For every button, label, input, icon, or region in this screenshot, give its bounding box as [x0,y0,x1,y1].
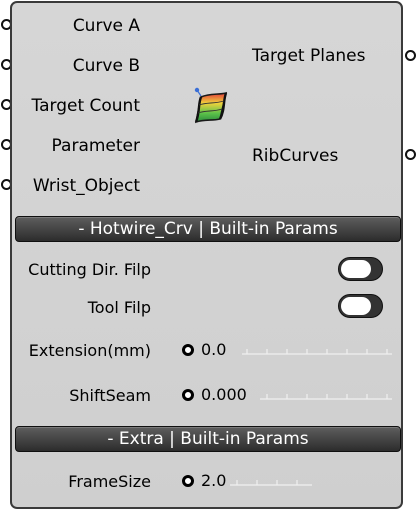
tool-flip-toggle[interactable] [338,294,383,318]
input-label-curve-a: Curve A [72,16,140,36]
output-label-target-planes: Target Planes [252,46,366,66]
toggle-knob [341,260,371,278]
shiftseam-slider[interactable]: 0.000 [182,384,392,406]
input-label-parameter: Parameter [51,136,140,156]
grasshopper-component[interactable]: Curve A Curve B Target Count Parameter W… [10,1,403,509]
slider-handle[interactable] [182,475,194,487]
builtin-params-section-header[interactable]: - Hotwire_Crv | Built-in Params [15,216,401,242]
toggle-label-tool-flip: Tool Filp [87,298,151,317]
slider-handle[interactable] [182,344,194,356]
slider-value: 2.0 [201,471,227,490]
input-label-target-count: Target Count [31,96,140,116]
extra-params-section-header[interactable]: - Extra | Built-in Params [15,426,401,452]
output-grip-target-planes[interactable] [405,50,416,61]
framesize-slider[interactable]: 2.0 [182,470,392,492]
toggle-label-cutting-dir-flip: Cutting Dir. Filp [28,260,151,279]
slider-value: 0.000 [201,385,247,404]
extension-slider[interactable]: 0.0 [182,339,392,361]
toggle-knob [341,297,371,315]
slider-label-extension: Extension(mm) [28,341,151,360]
input-label-curve-b: Curve B [72,56,140,76]
slider-handle[interactable] [182,389,194,401]
slider-label-shiftseam: ShiftSeam [69,386,151,405]
input-label-wrist-object: Wrist_Object [32,176,140,196]
hotwire-surface-icon [194,87,228,124]
slider-value: 0.0 [201,340,227,359]
slider-label-framesize: FrameSize [68,472,151,491]
output-grip-ribcurves[interactable] [405,149,416,160]
output-label-ribcurves: RibCurves [252,146,339,166]
cutting-dir-flip-toggle[interactable] [338,257,383,281]
